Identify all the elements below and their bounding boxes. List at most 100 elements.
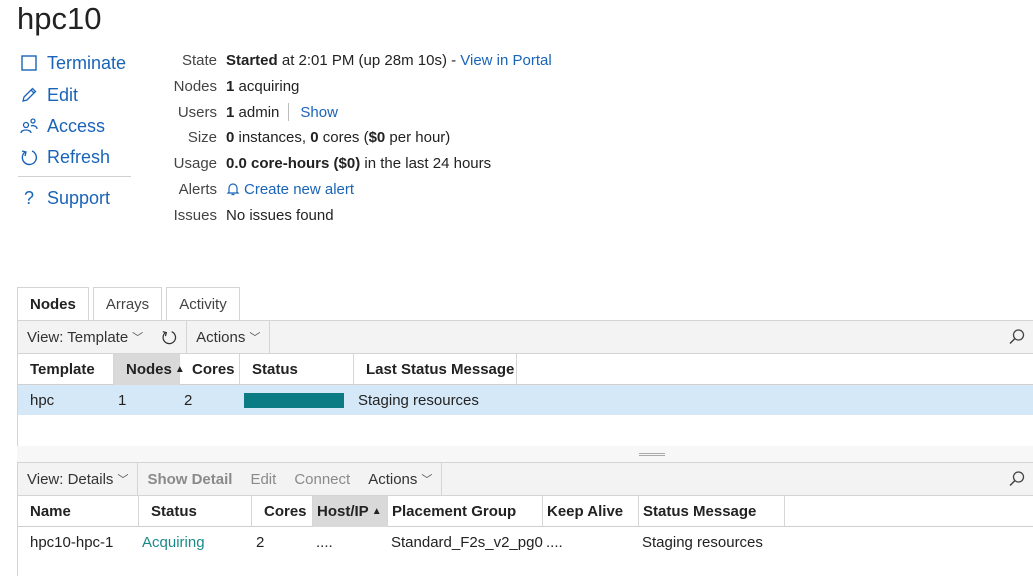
sort-asc-icon: ▲	[371, 506, 382, 517]
size-row: Size 0 instances, 0 cores ($0 per hour)	[150, 126, 451, 148]
row-keep-alive: ....	[546, 533, 563, 551]
col-name[interactable]: Name	[18, 496, 139, 527]
issues-row: Issues No issues found	[150, 204, 334, 226]
col-placement-group[interactable]: Placement Group	[388, 496, 543, 527]
col-cores[interactable]: Cores	[180, 354, 240, 385]
terminate-button[interactable]: Terminate	[19, 51, 126, 75]
row-cores: 2	[256, 533, 265, 551]
nodes-count: 1	[226, 77, 235, 95]
row-name: hpc10-hpc-1	[30, 533, 114, 551]
row-status: Acquiring	[142, 533, 205, 551]
terminate-label: Terminate	[47, 52, 127, 73]
view-details-dropdown[interactable]: View: Details ﹀	[18, 463, 137, 495]
details-actions-dropdown[interactable]: Actions ﹀	[359, 463, 441, 495]
usage-row: Usage 0.0 core-hours ($0) in the last 24…	[150, 152, 492, 174]
view-in-portal-link[interactable]: View in Portal	[460, 52, 551, 69]
template-table-header: Template Nodes ▲ Cores Status Last Status…	[18, 354, 1033, 385]
template-actions-label: Actions	[196, 328, 246, 346]
page-title: hpc10	[17, 1, 102, 36]
create-alert-link[interactable]: Create new alert	[244, 181, 354, 198]
users-row: Users 1 admin Show	[150, 101, 338, 123]
col-host-ip-label: Host/IP	[317, 503, 369, 520]
refresh-icon	[161, 329, 177, 345]
col-host-ip[interactable]: Host/IP ▲	[313, 496, 388, 527]
details-actions-label: Actions	[368, 470, 418, 488]
question-icon: ?	[23, 187, 34, 208]
col-keep-alive[interactable]: Keep Alive	[543, 496, 639, 527]
col-cores[interactable]: Cores	[252, 496, 313, 527]
chevron-down-icon: ﹀	[117, 474, 129, 486]
row-nodes: 1	[118, 391, 127, 409]
chevron-down-icon: ﹀	[249, 332, 261, 344]
refresh-icon	[19, 147, 39, 167]
table-row[interactable]: hpc10-hpc-1 Acquiring 2 .... Standard_F2…	[18, 527, 1033, 557]
users-label: Users	[177, 103, 217, 121]
refresh-button[interactable]: Refresh	[19, 145, 110, 169]
size-text-3: per hour)	[385, 128, 451, 146]
access-label: Access	[47, 115, 106, 136]
size-text-2: cores (	[318, 128, 369, 146]
pencil-icon	[19, 85, 39, 105]
alerts-label: Alerts	[178, 180, 217, 198]
users-detail: admin	[234, 103, 280, 121]
col-template[interactable]: Template	[18, 354, 114, 385]
view-template-label: View: Template	[27, 328, 129, 346]
toolbar-divider	[269, 320, 271, 354]
usage-value: 0.0 core-hours ($0)	[226, 154, 361, 172]
users-divider	[288, 103, 290, 121]
tab-nodes[interactable]: Nodes	[17, 287, 89, 320]
table-row[interactable]: hpc 1 2 Staging resources	[18, 385, 1033, 415]
details-toolbar: View: Details ﹀ Show Detail Edit Connect…	[18, 462, 1033, 496]
status-progress-bar	[244, 392, 344, 408]
details-panel: View: Details ﹀ Show Detail Edit Connect…	[17, 462, 1033, 576]
row-status	[232, 385, 344, 415]
show-detail-button[interactable]: Show Detail	[138, 463, 241, 495]
nodes-row: Nodes 1 acquiring	[150, 75, 300, 97]
search-icon[interactable]	[1008, 470, 1026, 492]
support-button[interactable]: ? Support	[19, 186, 110, 210]
state-value: Started	[226, 51, 278, 69]
usage-label: Usage	[173, 154, 217, 172]
col-status-message[interactable]: Status Message	[639, 496, 785, 527]
size-cost: $0	[368, 128, 386, 146]
search-icon[interactable]	[1008, 328, 1026, 350]
refresh-nodes-button[interactable]	[152, 321, 186, 353]
panel-splitter[interactable]	[17, 446, 1033, 462]
support-label: Support	[47, 187, 111, 208]
row-status-message: Staging resources	[642, 533, 763, 551]
bell-icon	[226, 182, 240, 196]
row-cores: 2	[184, 391, 193, 409]
tab-bar: Nodes Arrays Activity	[17, 287, 244, 320]
col-status[interactable]: Status	[139, 496, 252, 527]
template-panel: View: Template ﹀ Actions ﹀ Template Node…	[17, 320, 1033, 446]
view-template-dropdown[interactable]: View: Template ﹀	[18, 321, 152, 353]
alerts-row: Alerts Create new alert	[150, 178, 354, 200]
edit-button[interactable]: Edit	[19, 83, 78, 107]
chevron-down-icon: ﹀	[132, 332, 144, 344]
nodes-label: Nodes	[173, 77, 217, 95]
nodes-detail: acquiring	[234, 77, 300, 95]
issues-label: Issues	[173, 206, 217, 224]
template-toolbar: View: Template ﹀ Actions ﹀	[18, 320, 1033, 354]
row-host-ip: ....	[316, 533, 333, 551]
tab-arrays[interactable]: Arrays	[92, 287, 163, 320]
chevron-down-icon: ﹀	[421, 474, 433, 486]
edit-label: Edit	[47, 84, 79, 105]
col-status[interactable]: Status	[240, 354, 354, 385]
access-button[interactable]: Access	[19, 114, 105, 138]
template-actions-dropdown[interactable]: Actions ﹀	[187, 321, 269, 353]
tab-activity[interactable]: Activity	[166, 287, 240, 320]
col-nodes-label: Nodes	[126, 361, 172, 378]
edit-node-button[interactable]: Edit	[241, 463, 285, 495]
row-message: Staging resources	[358, 391, 479, 409]
users-icon	[19, 116, 39, 136]
details-table-header: Name Status Cores Host/IP ▲ Placement Gro…	[18, 496, 1033, 527]
issues-value: No issues found	[226, 206, 334, 224]
size-cores: 0	[310, 128, 319, 146]
col-last-status-message[interactable]: Last Status Message	[354, 354, 517, 385]
usage-detail: in the last 24 hours	[360, 154, 492, 172]
col-nodes[interactable]: Nodes ▲	[114, 354, 185, 385]
show-users-link[interactable]: Show	[300, 104, 338, 121]
size-instances: 0	[226, 128, 235, 146]
connect-button[interactable]: Connect	[285, 463, 359, 495]
